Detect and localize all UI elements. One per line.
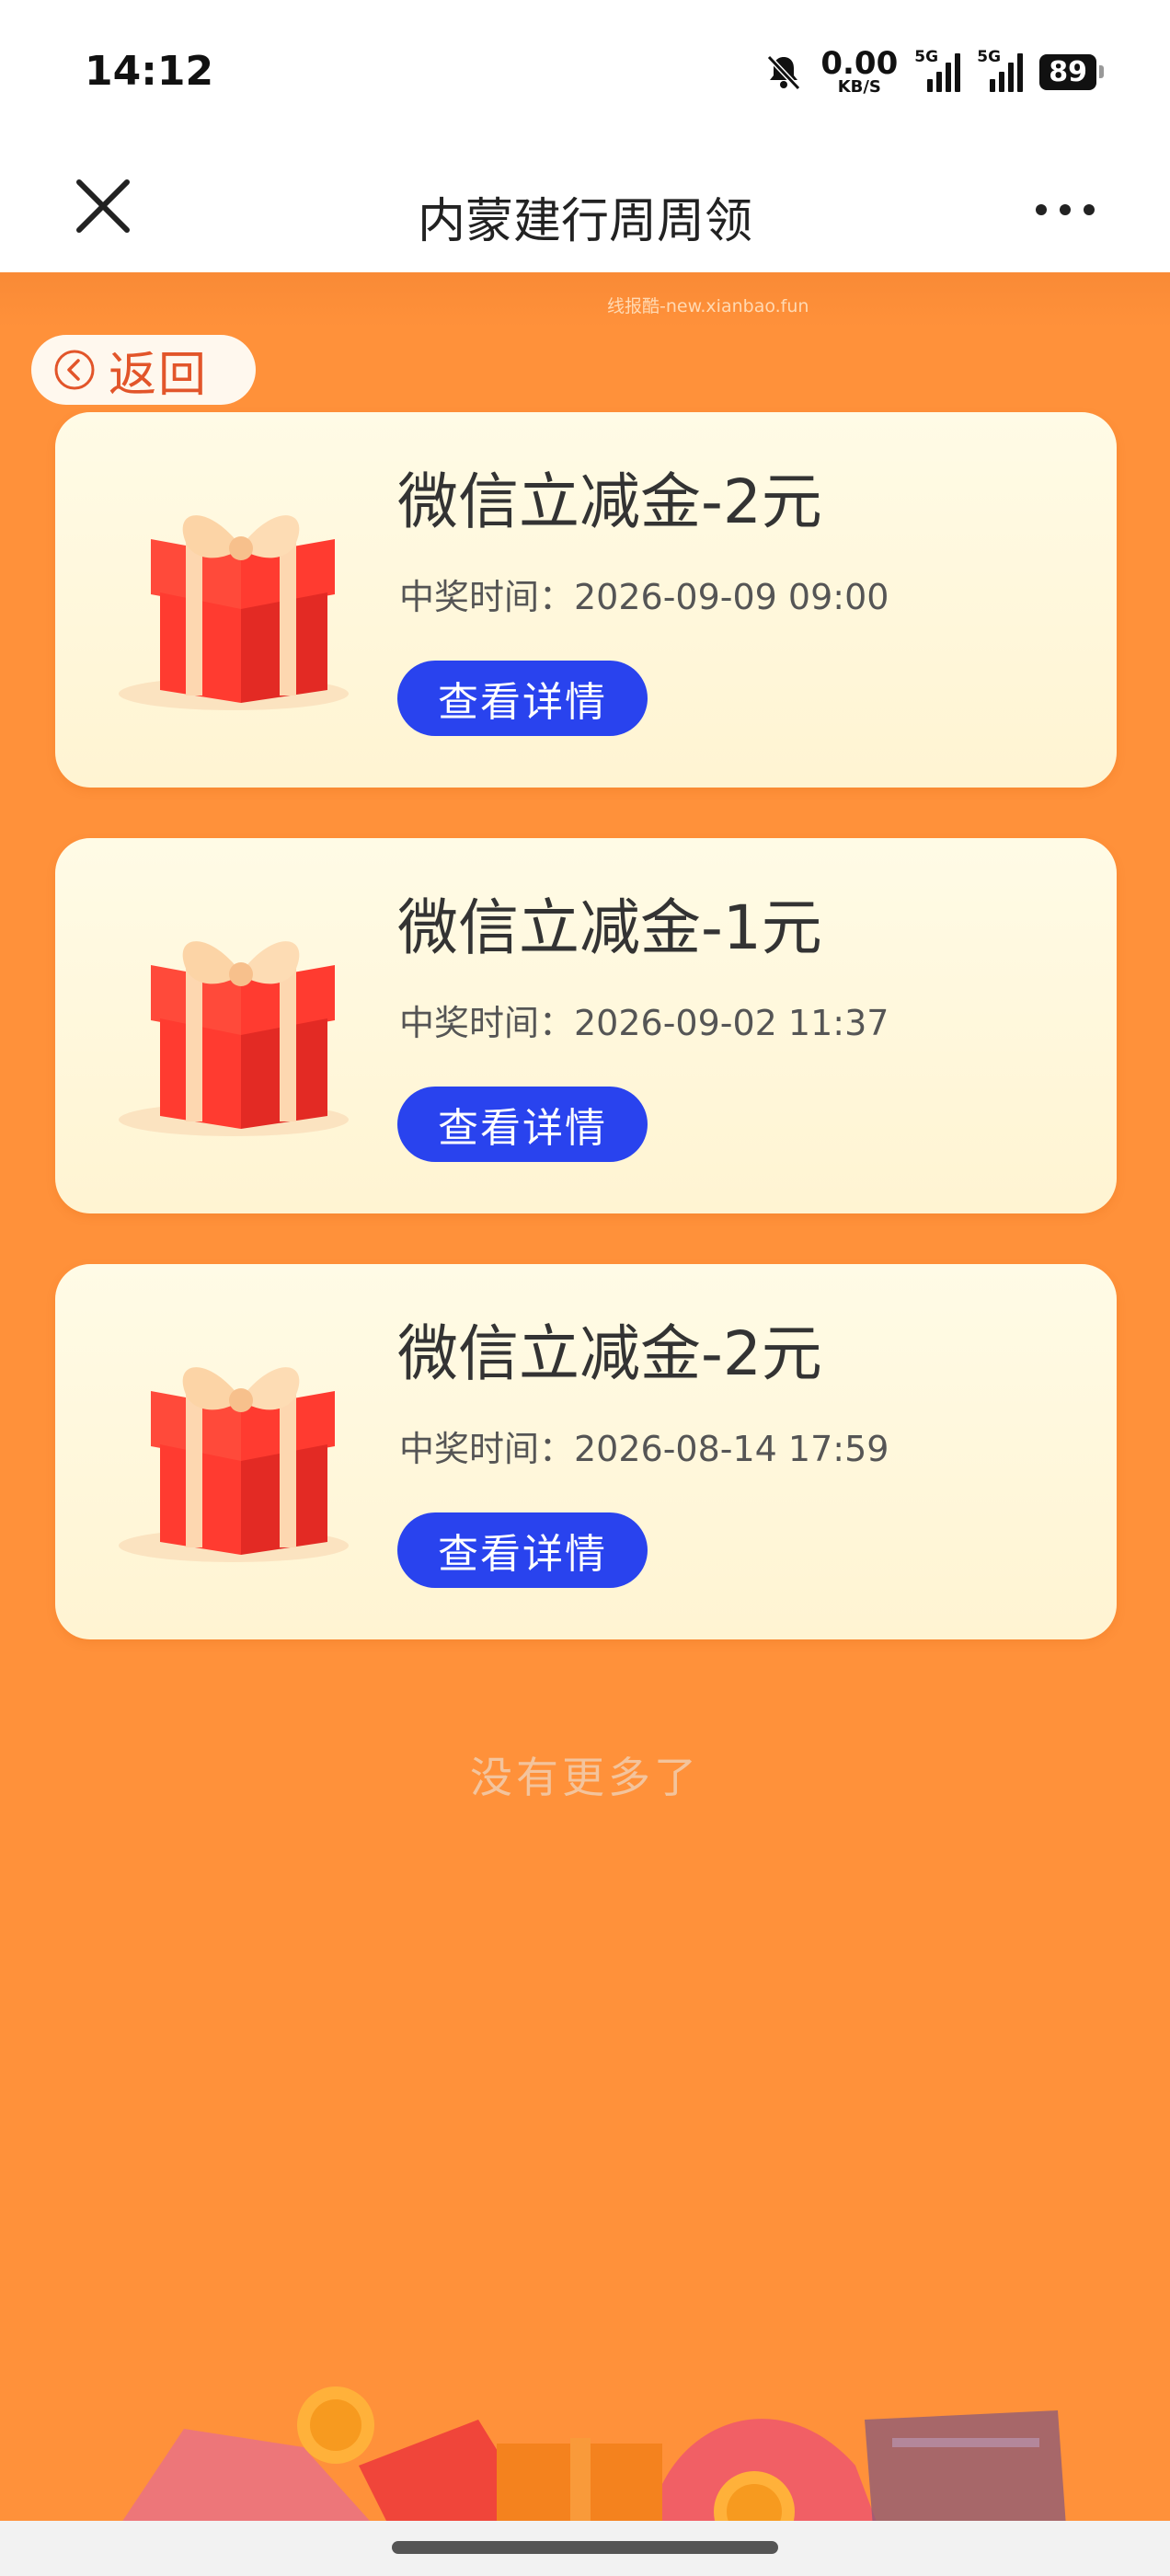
prize-time: 中奖时间：2026-09-09 09:00	[399, 577, 889, 617]
view-details-button[interactable]: 查看详情	[397, 661, 648, 736]
gift-icon	[119, 941, 349, 1136]
prize-title: 微信立减金-2元	[397, 466, 822, 537]
prize-title: 微信立减金-1元	[397, 892, 822, 963]
net-speed-unit: KB/S	[837, 77, 881, 97]
signal-icon: 5G	[977, 48, 1024, 92]
view-details-button[interactable]: 查看详情	[397, 1512, 648, 1588]
system-nav-bar	[0, 2521, 1170, 2576]
prize-card: 微信立减金-2元 中奖时间：2026-09-09 09:00 查看详情	[55, 412, 1117, 788]
status-time: 14:12	[85, 48, 214, 95]
prize-card: 微信立减金-1元 中奖时间：2026-09-02 11:37 查看详情	[55, 838, 1117, 1213]
prize-time: 中奖时间：2026-09-02 11:37	[399, 1003, 889, 1043]
net-speed: 0.00 KB/S	[820, 48, 898, 96]
battery-icon: 89	[1039, 53, 1104, 90]
net-speed-value: 0.00	[820, 45, 899, 82]
gift-icon	[119, 1367, 349, 1562]
prize-title: 微信立减金-2元	[397, 1318, 822, 1389]
home-indicator[interactable]	[392, 2541, 778, 2554]
prize-time: 中奖时间：2026-08-14 17:59	[399, 1429, 889, 1469]
signal-icon: 5G	[914, 48, 961, 92]
more-icon[interactable]	[1028, 191, 1102, 228]
prize-card: 微信立减金-2元 中奖时间：2026-08-14 17:59 查看详情	[55, 1264, 1117, 1639]
chevron-left-icon	[54, 350, 95, 390]
signal-label: 5G	[977, 48, 1002, 66]
no-more-text: 没有更多了	[470, 1753, 700, 1802]
status-icons: 0.00 KB/S 5G 5G 89	[763, 46, 1104, 98]
page-title: 内蒙建行周周领	[417, 194, 752, 249]
decorative-illustration	[110, 2386, 1067, 2539]
status-bar: 14:12 0.00 KB/S 5G 5G 89	[0, 0, 1170, 147]
back-button[interactable]: 返回	[31, 335, 256, 405]
watermark: 线报酷-new.xianbao.fun	[607, 296, 809, 316]
view-details-button[interactable]: 查看详情	[397, 1087, 648, 1162]
mute-bell-icon	[767, 54, 801, 91]
signal-label: 5G	[914, 48, 939, 66]
nav-bar: 内蒙建行周周领	[0, 147, 1170, 272]
content-area: 线报酷-new.xianbao.fun 返回 微信立减金-2元 中奖时间：202…	[0, 272, 1170, 2576]
back-label: 返回	[109, 347, 209, 403]
gift-icon	[119, 515, 349, 710]
